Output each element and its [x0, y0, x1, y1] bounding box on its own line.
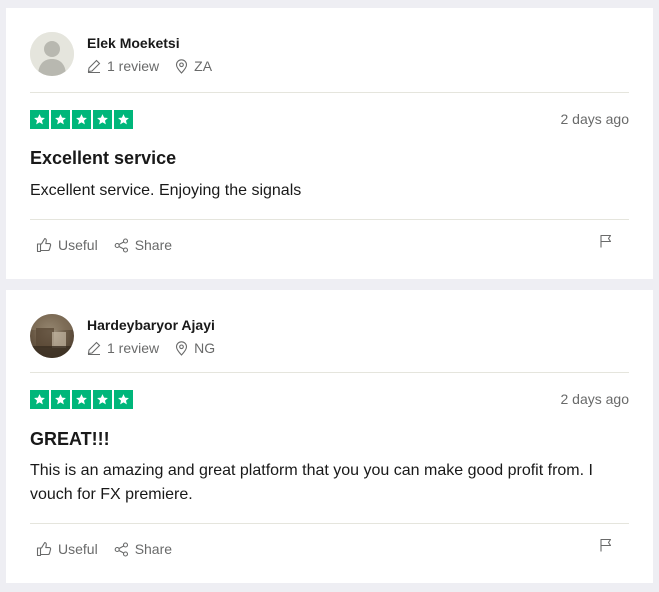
- share-button[interactable]: Share: [114, 541, 172, 557]
- thumbs-up-icon: [36, 542, 52, 557]
- review-title[interactable]: GREAT!!!: [30, 429, 110, 450]
- star-icon: [30, 390, 49, 409]
- share-label: Share: [134, 541, 173, 557]
- star-icon: [72, 390, 91, 409]
- divider: [30, 372, 629, 373]
- consumer-name[interactable]: Elek Moeketsi: [87, 34, 228, 52]
- avatar[interactable]: [30, 32, 74, 76]
- consumer-location: ZA: [175, 58, 212, 74]
- default-avatar-icon: [30, 32, 74, 76]
- useful-label: Useful: [58, 541, 98, 557]
- review-title[interactable]: Excellent service: [30, 148, 176, 169]
- review-card: Hardeybaryor Ajayi 1 review NG 2 days ag…: [6, 290, 653, 583]
- divider: [30, 523, 629, 524]
- star-rating: [30, 390, 135, 409]
- pencil-icon: [87, 59, 101, 73]
- review-count: 1 review: [87, 58, 159, 74]
- star-rating: [30, 110, 135, 129]
- star-icon: [114, 390, 133, 409]
- review-count-text: 1 review: [107, 58, 160, 74]
- share-icon: [114, 541, 128, 557]
- consumer-info: Hardeybaryor Ajayi 1 review NG: [30, 314, 231, 358]
- review-body: Excellent service. Enjoying the signals: [30, 182, 302, 199]
- share-label: Share: [134, 237, 173, 253]
- flag-icon: [600, 538, 612, 552]
- useful-button[interactable]: Useful: [36, 237, 98, 253]
- pencil-icon: [87, 341, 101, 355]
- country-code: ZA: [194, 58, 213, 74]
- user-photo-icon: [30, 314, 74, 358]
- share-button[interactable]: Share: [114, 237, 172, 253]
- thumbs-up-icon: [36, 238, 52, 253]
- divider: [30, 92, 629, 93]
- star-icon: [30, 110, 49, 129]
- report-flag-button[interactable]: [599, 538, 613, 557]
- star-icon: [51, 390, 70, 409]
- review-body: This is an amazing and great platform th…: [30, 462, 593, 503]
- flag-icon: [600, 234, 612, 248]
- review-count-text: 1 review: [107, 340, 160, 356]
- review-date: 2 days ago: [560, 391, 630, 407]
- star-icon: [93, 110, 112, 129]
- consumer-location: NG: [175, 340, 215, 356]
- consumer-info: Elek Moeketsi 1 review ZA: [30, 32, 228, 76]
- consumer-name[interactable]: Hardeybaryor Ajayi: [87, 316, 231, 334]
- review-card: Elek Moeketsi 1 review ZA 2 days ago Exc…: [6, 8, 653, 279]
- star-icon: [51, 110, 70, 129]
- review-date: 2 days ago: [560, 111, 630, 127]
- useful-label: Useful: [58, 237, 98, 253]
- useful-button[interactable]: Useful: [36, 541, 98, 557]
- star-icon: [93, 390, 112, 409]
- location-pin-icon: [176, 58, 188, 74]
- review-actions: Useful Share: [36, 541, 188, 557]
- divider: [30, 219, 629, 220]
- report-flag-button[interactable]: [599, 234, 613, 253]
- star-icon: [72, 110, 91, 129]
- review-count: 1 review: [87, 340, 159, 356]
- avatar[interactable]: [30, 314, 74, 358]
- country-code: NG: [194, 340, 216, 356]
- star-icon: [114, 110, 133, 129]
- review-actions: Useful Share: [36, 237, 188, 253]
- location-pin-icon: [176, 340, 188, 356]
- share-icon: [114, 237, 128, 253]
